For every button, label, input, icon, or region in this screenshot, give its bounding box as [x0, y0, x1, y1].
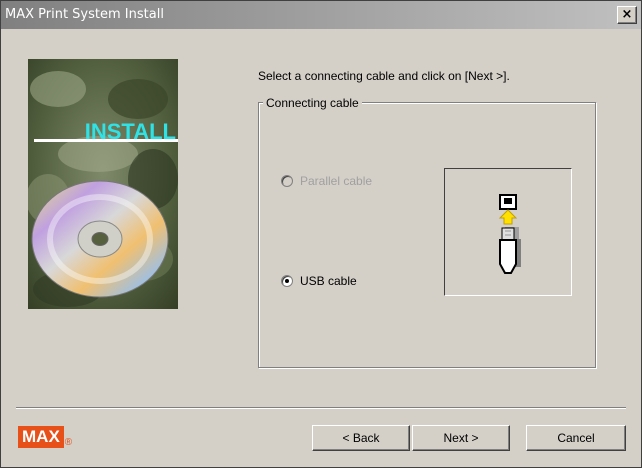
cable-preview-panel: [444, 168, 572, 296]
install-banner-text: INSTALL: [85, 119, 176, 144]
usb-plug-icon: [498, 194, 521, 274]
max-logo-text: MAX: [18, 426, 64, 448]
install-banner-image: INSTALL: [28, 59, 178, 309]
footer-separator: [16, 407, 626, 409]
window-title: MAX Print System Install: [5, 7, 164, 22]
radio-selected-dot: [285, 279, 289, 283]
usb-cable-label: USB cable: [300, 274, 357, 288]
back-button[interactable]: < Back: [312, 425, 410, 451]
parallel-cable-label: Parallel cable: [300, 174, 373, 188]
install-cd-graphic: INSTALL: [28, 59, 178, 309]
group-legend: Connecting cable: [263, 96, 362, 110]
title-bar[interactable]: MAX Print System Install ×: [1, 1, 641, 29]
close-button[interactable]: ×: [617, 6, 637, 24]
installer-window: MAX Print System Install × INSTALL Selec…: [0, 0, 642, 468]
radio-button-usb[interactable]: [281, 275, 293, 287]
radio-button-parallel[interactable]: [281, 175, 293, 187]
radio-parallel-cable[interactable]: Parallel cable: [281, 174, 372, 188]
instruction-text: Select a connecting cable and click on […: [258, 69, 510, 83]
registered-mark: ®: [64, 437, 73, 448]
radio-usb-cable[interactable]: USB cable: [281, 274, 357, 288]
cancel-button[interactable]: Cancel: [526, 425, 626, 451]
next-button[interactable]: Next >: [412, 425, 510, 451]
max-logo: MAX ®: [18, 426, 72, 448]
